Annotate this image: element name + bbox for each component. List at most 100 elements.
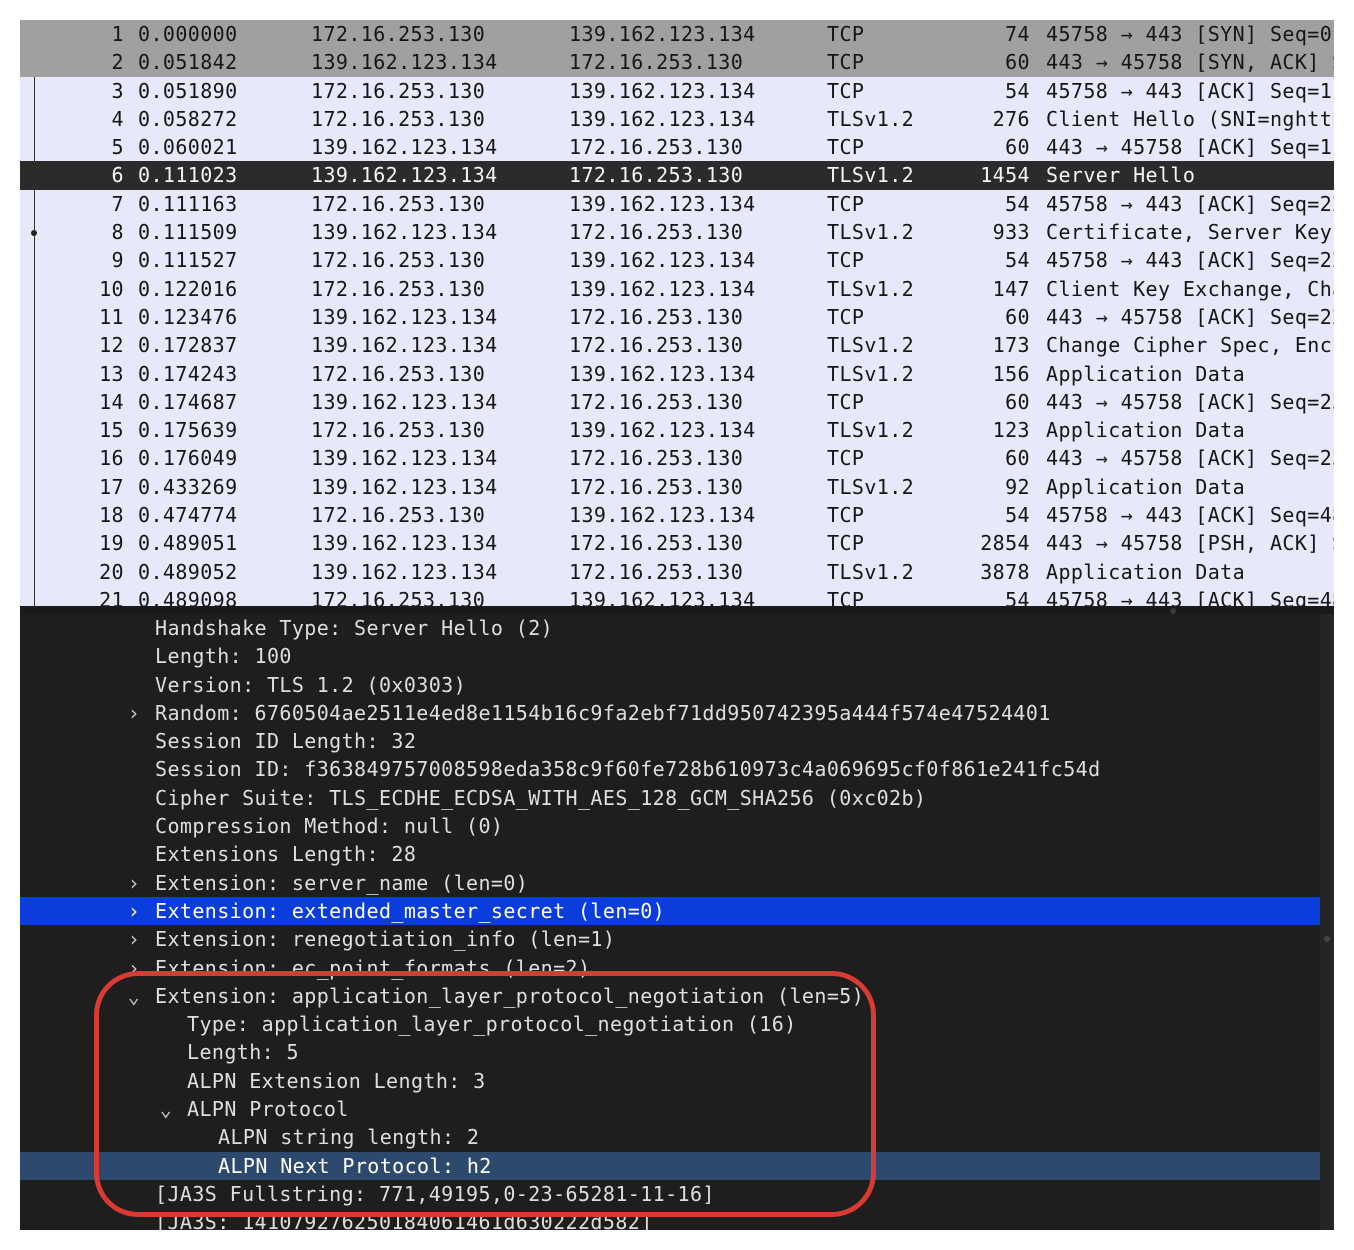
packet-proto-cell: TCP bbox=[827, 503, 865, 528]
packet-row[interactable]: 1 0.000000 172.16.253.130 139.162.123.134 TC… bbox=[20, 20, 1334, 49]
packet-proto-cell: TCP bbox=[827, 22, 865, 46]
details-scrollbar[interactable] bbox=[1320, 614, 1334, 1230]
detail-text: Extensions Length: 28 bbox=[155, 842, 417, 867]
detail-row[interactable]: Type: application_layer_protocol_negotia… bbox=[20, 1010, 1334, 1038]
packet-no-cell: 7 bbox=[111, 191, 124, 216]
scrollbar-thumb[interactable] bbox=[1324, 936, 1330, 942]
packet-row[interactable]: 5 0.060021 139.162.123.134 172.16.253.130 TC… bbox=[20, 133, 1334, 161]
expand-chevron-icon[interactable]: › bbox=[124, 699, 144, 727]
expand-chevron-icon[interactable]: › bbox=[124, 954, 144, 982]
expand-chevron-icon[interactable]: › bbox=[124, 925, 144, 953]
packet-row[interactable]: 10 0.122016 172.16.253.130 139.162.123.134 T… bbox=[20, 275, 1334, 303]
detail-row[interactable]: › Extension: renegotiation_info (len=1) bbox=[20, 925, 1334, 953]
packet-row[interactable]: 19 0.489051 139.162.123.134 172.16.253.130 T… bbox=[20, 529, 1334, 557]
packet-row[interactable]: 2 0.051842 139.162.123.134 172.16.253.130 TC… bbox=[20, 48, 1334, 77]
packet-row[interactable]: 13 0.174243 172.16.253.130 139.162.123.134 T… bbox=[20, 360, 1334, 388]
packet-proto-cell: TLSv1.2 bbox=[827, 418, 915, 443]
detail-row[interactable]: ALPN string length: 2 bbox=[20, 1123, 1334, 1151]
detail-row[interactable]: Cipher Suite: TLS_ECDHE_ECDSA_WITH_AES_1… bbox=[20, 784, 1334, 812]
packet-src-cell: 139.162.123.134 bbox=[311, 220, 498, 245]
packet-row[interactable]: 14 0.174687 139.162.123.134 172.16.253.130 T… bbox=[20, 388, 1334, 416]
packet-row[interactable]: 17 0.433269 139.162.123.134 172.16.253.130 T… bbox=[20, 473, 1334, 501]
packet-src-cell: 172.16.253.130 bbox=[311, 248, 486, 273]
detail-row[interactable]: Length: 5 bbox=[20, 1038, 1334, 1066]
packet-row[interactable]: 15 0.175639 172.16.253.130 139.162.123.134 T… bbox=[20, 416, 1334, 444]
expand-chevron-icon[interactable]: › bbox=[124, 897, 144, 925]
packet-row[interactable]: 6 0.111023 139.162.123.134 172.16.253.130 TL… bbox=[20, 161, 1334, 190]
packet-time-cell: 0.474774 bbox=[138, 503, 238, 528]
packet-no-cell: 12 bbox=[99, 333, 124, 358]
packet-proto-cell: TCP bbox=[827, 531, 865, 556]
packet-len-cell: 54 bbox=[1005, 503, 1030, 528]
packet-time-cell: 0.111163 bbox=[138, 191, 238, 216]
packet-row[interactable]: 11 0.123476 139.162.123.134 172.16.253.130 T… bbox=[20, 303, 1334, 331]
packet-row[interactable]: 9 0.111527 172.16.253.130 139.162.123.134 TC… bbox=[20, 246, 1334, 274]
packet-row[interactable]: 4 0.058272 172.16.253.130 139.162.123.134 TL… bbox=[20, 105, 1334, 133]
packet-details-pane[interactable]: Handshake Type: Server Hello (2) Length: … bbox=[20, 614, 1334, 1230]
detail-rows: Handshake Type: Server Hello (2) Length: … bbox=[20, 614, 1334, 1230]
packet-proto-cell: TCP bbox=[827, 78, 865, 103]
packet-dst-cell: 172.16.253.130 bbox=[569, 389, 744, 414]
detail-text: ALPN Next Protocol: h2 bbox=[218, 1153, 492, 1178]
detail-text: ALPN Protocol bbox=[187, 1097, 349, 1122]
detail-row[interactable]: › Extension: server_name (len=0) bbox=[20, 869, 1334, 897]
packet-row[interactable]: 20 0.489052 139.162.123.134 172.16.253.130 T… bbox=[20, 558, 1334, 586]
packet-dst-cell: 172.16.253.130 bbox=[569, 474, 744, 499]
expand-chevron-icon[interactable]: › bbox=[124, 869, 144, 897]
packet-row[interactable]: 8 0.111509 139.162.123.134 172.16.253.130 TL… bbox=[20, 218, 1334, 246]
packet-src-cell: 139.162.123.134 bbox=[311, 163, 498, 188]
packet-info-cell: Certificate, Server Key bbox=[1046, 220, 1333, 245]
detail-row[interactable]: ALPN Extension Length: 3 bbox=[20, 1067, 1334, 1095]
packet-src-cell: 172.16.253.130 bbox=[311, 587, 486, 606]
packet-no-cell: 8 bbox=[111, 220, 124, 245]
detail-row[interactable]: ⌄ Extension: application_layer_protocol_n… bbox=[20, 982, 1334, 1010]
packet-len-cell: 60 bbox=[1005, 446, 1030, 471]
detail-row[interactable]: Session ID: f363849757008598eda358c9f60f… bbox=[20, 755, 1334, 783]
detail-row[interactable]: › Random: 6760504ae2511e4ed8e1154b16c9fa2… bbox=[20, 699, 1334, 727]
detail-row[interactable]: Extensions Length: 28 bbox=[20, 840, 1334, 868]
detail-row[interactable]: › Extension: extended_master_secret (len=… bbox=[20, 896, 1320, 926]
packet-dst-cell: 172.16.253.130 bbox=[569, 50, 744, 75]
packet-proto-cell: TLSv1.2 bbox=[827, 220, 915, 245]
packet-list[interactable]: 1 0.000000 172.16.253.130 139.162.123.134 TC… bbox=[20, 20, 1334, 606]
packet-dst-cell: 139.162.123.134 bbox=[569, 248, 756, 273]
packet-no-cell: 9 bbox=[111, 248, 124, 273]
detail-text: Extension: ec_point_formats (len=2) bbox=[155, 955, 591, 980]
packet-len-cell: 2854 bbox=[980, 531, 1030, 556]
collapse-chevron-icon[interactable]: ⌄ bbox=[156, 1095, 176, 1123]
detail-row[interactable]: ALPN Next Protocol: h2 bbox=[20, 1151, 1320, 1180]
packet-row[interactable]: 21 0.489098 172.16.253.130 139.162.123.134 T… bbox=[20, 586, 1334, 606]
packet-row[interactable]: 3 0.051890 172.16.253.130 139.162.123.134 TC… bbox=[20, 77, 1334, 105]
packet-len-cell: 60 bbox=[1005, 389, 1030, 414]
packet-len-cell: 60 bbox=[1005, 304, 1030, 329]
detail-row[interactable]: Compression Method: null (0) bbox=[20, 812, 1334, 840]
detail-row[interactable]: Handshake Type: Server Hello (2) bbox=[20, 614, 1334, 642]
packet-info-cell: 45758 → 443 [ACK] Seq=48 bbox=[1046, 503, 1334, 528]
packet-src-cell: 172.16.253.130 bbox=[311, 418, 486, 443]
packet-no-cell: 6 bbox=[111, 163, 124, 188]
packet-row[interactable]: 16 0.176049 139.162.123.134 172.16.253.130 T… bbox=[20, 444, 1334, 472]
packet-time-cell: 0.489052 bbox=[138, 559, 238, 584]
detail-row[interactable]: Version: TLS 1.2 (0x0303) bbox=[20, 671, 1334, 699]
detail-text: ALPN Extension Length: 3 bbox=[187, 1068, 486, 1093]
detail-text: [JA3S: 141079276250184061461d630222d582] bbox=[155, 1210, 653, 1230]
detail-row[interactable]: [JA3S: 141079276250184061461d630222d582] bbox=[20, 1208, 1334, 1230]
packet-info-cell: 443 → 45758 [PSH, ACK] S bbox=[1046, 531, 1334, 556]
packet-info-cell: 443 → 45758 [ACK] Seq=22 bbox=[1046, 304, 1334, 329]
packet-time-cell: 0.174243 bbox=[138, 361, 238, 386]
detail-text: Extension: server_name (len=0) bbox=[155, 870, 529, 895]
packet-row[interactable]: 12 0.172837 139.162.123.134 172.16.253.130 T… bbox=[20, 331, 1334, 359]
detail-row[interactable]: › Extension: ec_point_formats (len=2) bbox=[20, 954, 1334, 982]
detail-row[interactable]: ⌄ ALPN Protocol bbox=[20, 1095, 1334, 1123]
collapse-chevron-icon[interactable]: ⌄ bbox=[124, 982, 144, 1010]
detail-row[interactable]: [JA3S Fullstring: 771,49195,0-23-65281-1… bbox=[20, 1180, 1334, 1208]
packet-no-cell: 10 bbox=[99, 276, 124, 301]
detail-row[interactable]: Length: 100 bbox=[20, 642, 1334, 670]
packet-proto-cell: TCP bbox=[827, 304, 865, 329]
packet-dst-cell: 172.16.253.130 bbox=[569, 446, 744, 471]
packet-row[interactable]: 7 0.111163 172.16.253.130 139.162.123.134 TC… bbox=[20, 190, 1334, 218]
packet-info-cell: 45758 → 443 [SYN] Seq=0 bbox=[1046, 22, 1333, 46]
detail-row[interactable]: Session ID Length: 32 bbox=[20, 727, 1334, 755]
packet-row[interactable]: 18 0.474774 172.16.253.130 139.162.123.134 T… bbox=[20, 501, 1334, 529]
packet-dst-cell: 139.162.123.134 bbox=[569, 191, 756, 216]
